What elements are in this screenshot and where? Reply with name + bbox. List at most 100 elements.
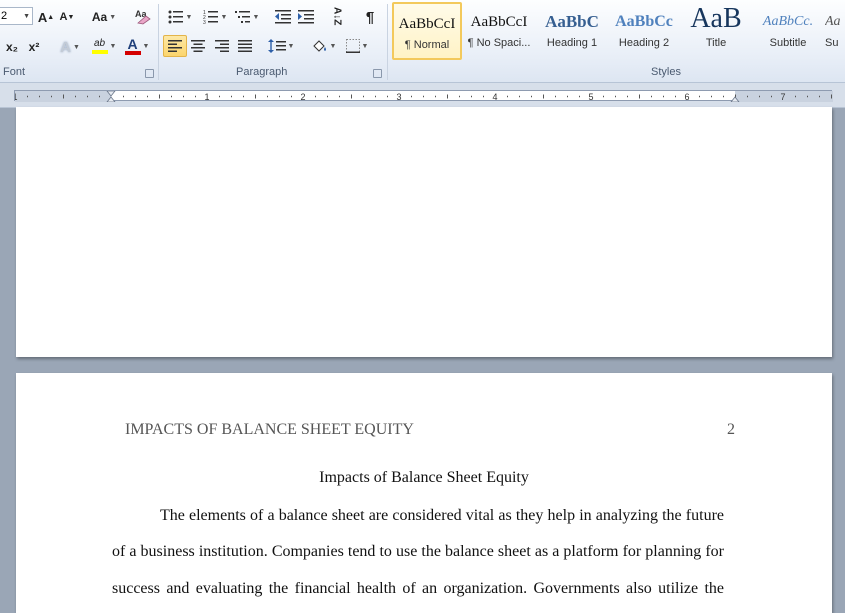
horizontal-ruler[interactable]: 1 1 2 3 4 5 6 7 <box>14 90 833 102</box>
change-case-icon: Aa <box>91 10 108 24</box>
show-formatting-button[interactable]: ¶ <box>361 7 379 27</box>
style-preview: AaBbCc <box>615 13 673 30</box>
align-left-icon <box>168 40 182 52</box>
ruler-tick <box>39 95 40 98</box>
ruler-tick <box>807 95 808 98</box>
group-separator <box>158 4 159 80</box>
ruler-tick <box>75 95 76 98</box>
style-name: Heading 1 <box>546 37 598 49</box>
ruler-tick <box>771 95 772 98</box>
borders-button[interactable]: ▼ <box>342 36 372 56</box>
numbering-button[interactable]: 1 2 3 ▼ <box>200 7 230 27</box>
grow-font-button[interactable]: A ▲ <box>37 7 55 27</box>
align-center-button[interactable] <box>188 36 208 56</box>
font-color-button[interactable]: A ▼ <box>122 36 152 56</box>
style-subtitle[interactable]: AaBbCc. Subtitle <box>753 2 823 60</box>
style-heading-1[interactable]: AaBbC Heading 1 <box>537 2 607 60</box>
ruler-tick <box>567 95 568 98</box>
font-color-icon: A <box>124 37 141 55</box>
body-line: The elements of a balance sheet are cons… <box>160 507 724 524</box>
document-title: Impacts of Balance Sheet Equity <box>319 469 529 486</box>
ruler-tick <box>651 95 652 98</box>
style-name: Su <box>825 37 839 49</box>
font-group-label: Font <box>3 66 26 78</box>
ruler-tick <box>627 95 628 98</box>
document-page-1[interactable] <box>16 107 832 357</box>
ruler-tick <box>675 95 676 98</box>
style-normal[interactable]: AaBbCcI ¶ Normal <box>392 2 462 60</box>
ruler-number: 1 <box>205 92 210 102</box>
bullets-button[interactable]: ▼ <box>166 7 194 27</box>
ruler-tick <box>663 95 664 98</box>
ruler-tick <box>471 95 472 98</box>
font-size-box[interactable]: 2 ▼ <box>0 7 33 25</box>
highlight-button[interactable]: ab ▼ <box>88 36 120 56</box>
ruler-tick <box>291 95 292 98</box>
ruler-tick <box>831 94 832 99</box>
style-no-spacing[interactable]: AaBbCcI ¶ No Spaci... <box>464 2 534 60</box>
ruler-tick <box>279 95 280 98</box>
ruler-ticks: 1 1 2 3 4 5 6 7 <box>15 91 833 102</box>
ruler-tick <box>231 95 232 98</box>
ruler-tick <box>27 95 28 98</box>
ruler-tick <box>255 94 256 99</box>
paragraph-group-label: Paragraph <box>236 66 288 78</box>
clear-formatting-button[interactable]: Aa <box>133 6 153 26</box>
shading-button[interactable]: ▼ <box>309 36 339 56</box>
ruler-tick <box>123 95 124 98</box>
ruler-tick <box>267 95 268 98</box>
ruler-tick <box>351 94 352 99</box>
chevron-down-icon: ▼ <box>287 42 295 50</box>
font-dialog-launcher[interactable] <box>145 69 154 78</box>
pilcrow-icon: ¶ <box>365 8 375 26</box>
svg-text:3: 3 <box>203 20 206 24</box>
document-page-2[interactable]: IMPACTS OF BALANCE SHEET EQUITY 2 Impact… <box>16 373 832 613</box>
style-title[interactable]: AaB Title <box>681 2 751 60</box>
text-effects-button[interactable]: A ▼ <box>57 37 83 57</box>
ruler-tick <box>435 95 436 98</box>
ruler-tick <box>375 95 376 98</box>
ruler-tick <box>723 95 724 98</box>
increase-indent-button[interactable] <box>296 7 316 27</box>
style-preview: AaBbC <box>545 12 599 31</box>
superscript-button[interactable]: x² <box>25 37 43 57</box>
align-left-button[interactable] <box>163 35 187 57</box>
line-spacing-icon <box>267 39 286 53</box>
ruler-tick <box>615 95 616 98</box>
subscript-button[interactable]: x₂ <box>3 37 21 57</box>
style-subtle-emphasis[interactable]: Aa Su <box>825 2 845 60</box>
sort-button[interactable]: A↓Z <box>327 6 347 26</box>
ruler-tick <box>315 95 316 98</box>
line-spacing-button[interactable]: ▼ <box>266 36 296 56</box>
align-right-button[interactable] <box>212 36 232 56</box>
styles-group-label: Styles <box>651 66 681 78</box>
chevron-down-icon: ▼ <box>72 43 80 51</box>
chevron-down-icon: ▼ <box>109 42 117 50</box>
highlight-glyph: ab <box>93 37 106 49</box>
ruler-tick <box>183 95 184 98</box>
paragraph-dialog-launcher[interactable] <box>373 69 382 78</box>
multilevel-list-button[interactable]: ▼ <box>233 7 261 27</box>
ruler-tick <box>147 95 148 98</box>
ruler-tick <box>327 95 328 98</box>
style-heading-2[interactable]: AaBbCc Heading 2 <box>609 2 679 60</box>
ruler-tick <box>519 95 520 98</box>
decrease-indent-icon <box>275 10 291 24</box>
decrease-indent-button[interactable] <box>273 7 293 27</box>
grow-font-icon: A <box>37 9 48 25</box>
chevron-down-icon: ▼ <box>220 13 228 21</box>
ruler-tick <box>159 94 160 99</box>
sort-icon: A↓Z <box>331 6 343 26</box>
styles-gallery: AaBbCcI ¶ Normal AaBbCcI ¶ No Spaci... A… <box>392 2 845 62</box>
ruler-tick <box>99 95 100 98</box>
borders-icon <box>345 39 360 53</box>
shrink-font-button[interactable]: A ▼ <box>58 7 76 27</box>
chevron-down-icon: ▼ <box>329 42 337 50</box>
numbering-icon: 1 2 3 <box>203 10 218 24</box>
ruler-tick <box>87 95 88 98</box>
subscript-icon: x₂ <box>5 40 18 54</box>
ruler-number: 3 <box>397 92 402 102</box>
justify-button[interactable] <box>235 36 255 56</box>
change-case-button[interactable]: Aa ▼ <box>90 7 118 27</box>
ruler-tick <box>639 94 640 99</box>
